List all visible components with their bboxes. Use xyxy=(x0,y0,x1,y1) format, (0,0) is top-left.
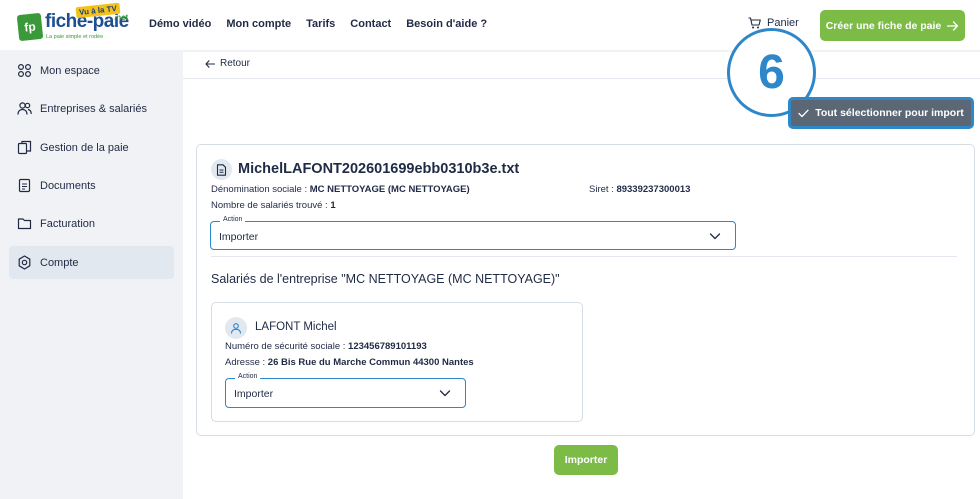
employee-card: LAFONT Michel Numéro de sécurité sociale… xyxy=(211,302,583,422)
company-value: MC NETTOYAGE (MC NETTOYAGE) xyxy=(309,184,470,195)
siret-info: Siret : 89339237300013 xyxy=(589,184,690,195)
arrow-left-icon xyxy=(205,59,215,68)
nav-contact[interactable]: Contact xyxy=(350,18,391,30)
sidebar-item-label: Gestion de la paie xyxy=(40,141,129,154)
file-action-value: Importer xyxy=(219,231,259,243)
address-value: 26 Bis Rue du Marche Commun 44300 Nantes xyxy=(267,357,474,368)
file-action-legend: Action xyxy=(220,216,246,223)
nav-pricing[interactable]: Tarifs xyxy=(306,18,335,30)
file-action-select[interactable]: Action Importer xyxy=(210,216,736,250)
logo-slogan: La paie simple et rodée xyxy=(46,34,104,40)
nav-demo-video[interactable]: Démo vidéo xyxy=(149,18,211,30)
siret-value: 89339237300013 xyxy=(616,184,691,195)
employees-count-label: Nombre de salariés trouvé : xyxy=(211,200,328,211)
siret-label: Siret : xyxy=(589,184,614,195)
site-logo[interactable]: fp fiche-paie Vu à la TV .net La paie si… xyxy=(16,2,130,44)
chevron-down-icon xyxy=(709,233,721,240)
sidebar-item-gestion-paie[interactable]: Gestion de la paie xyxy=(9,131,174,164)
address-label: Adresse : xyxy=(225,357,266,368)
company-info: Dénomination sociale : MC NETTOYAGE (MC … xyxy=(211,184,470,195)
select-all-label: Tout sélectionner pour import xyxy=(815,107,964,119)
folder-icon xyxy=(17,218,32,230)
select-all-import-button[interactable]: Tout sélectionner pour import xyxy=(788,97,974,129)
back-link[interactable]: Retour xyxy=(205,58,250,69)
create-payslip-label: Créer une fiche de paie xyxy=(825,19,942,32)
users-icon xyxy=(17,102,32,115)
top-nav: Démo vidéo Mon compte Tarifs Contact Bes… xyxy=(149,18,487,30)
import-button[interactable]: Importer xyxy=(554,445,618,475)
sidebar: Mon espace Entreprises & salariés Gestio… xyxy=(0,50,183,499)
sidebar-item-label: Facturation xyxy=(40,217,96,230)
sidebar-item-mon-espace[interactable]: Mon espace xyxy=(9,54,174,87)
employees-count-value: 1 xyxy=(330,200,336,211)
nav-help[interactable]: Besoin d'aide ? xyxy=(406,18,487,30)
nav-my-account[interactable]: Mon compte xyxy=(226,18,291,30)
employee-action-legend: Action xyxy=(235,373,261,380)
sidebar-item-facturation[interactable]: Facturation xyxy=(9,207,174,240)
ssn-value: 123456789101193 xyxy=(348,341,427,352)
grid-icon xyxy=(17,63,32,78)
check-icon xyxy=(798,109,809,117)
sidebar-item-label: Documents xyxy=(40,179,96,192)
company-label: Dénomination sociale : xyxy=(211,184,308,195)
sidebar-item-compte[interactable]: Compte xyxy=(9,246,174,279)
sidebar-item-entreprises[interactable]: Entreprises & salariés xyxy=(9,92,174,125)
divider xyxy=(183,78,980,79)
divider xyxy=(211,256,957,257)
employees-count-info: Nombre de salariés trouvé : 1 xyxy=(211,200,336,211)
back-label: Retour xyxy=(220,58,251,69)
cart-icon xyxy=(748,17,761,29)
copy-document-icon xyxy=(17,140,32,155)
document-icon xyxy=(18,178,31,193)
sidebar-item-label: Entreprises & salariés xyxy=(40,102,147,115)
import-file-card: MichelLAFONT202601699ebb0310b3e.txt Déno… xyxy=(196,144,975,436)
logo-badge: fp xyxy=(16,12,44,42)
gear-icon xyxy=(18,255,31,270)
employee-action-select[interactable]: Action Importer xyxy=(225,373,466,408)
logo-suffix: .net xyxy=(114,13,129,22)
employee-ssn: Numéro de sécurité sociale : 12345678910… xyxy=(225,341,427,352)
chevron-down-icon xyxy=(439,390,451,397)
file-name: MichelLAFONT202601699ebb0310b3e.txt xyxy=(238,161,520,177)
employee-name: LAFONT Michel xyxy=(255,321,337,333)
arrow-right-icon xyxy=(947,20,959,31)
user-icon xyxy=(225,317,247,339)
employee-address: Adresse : 26 Bis Rue du Marche Commun 44… xyxy=(225,357,474,368)
sidebar-item-label: Compte xyxy=(40,256,79,269)
sidebar-item-documents[interactable]: Documents xyxy=(9,169,174,202)
file-icon xyxy=(211,159,232,180)
ssn-label: Numéro de sécurité sociale : xyxy=(225,341,346,352)
employees-section-title: Salariés de l'entreprise "MC NETTOYAGE (… xyxy=(211,272,560,286)
top-header: fp fiche-paie Vu à la TV .net La paie si… xyxy=(0,0,980,50)
create-payslip-button[interactable]: Créer une fiche de paie xyxy=(820,10,965,41)
sidebar-item-label: Mon espace xyxy=(40,64,100,77)
employee-action-value: Importer xyxy=(234,388,274,400)
